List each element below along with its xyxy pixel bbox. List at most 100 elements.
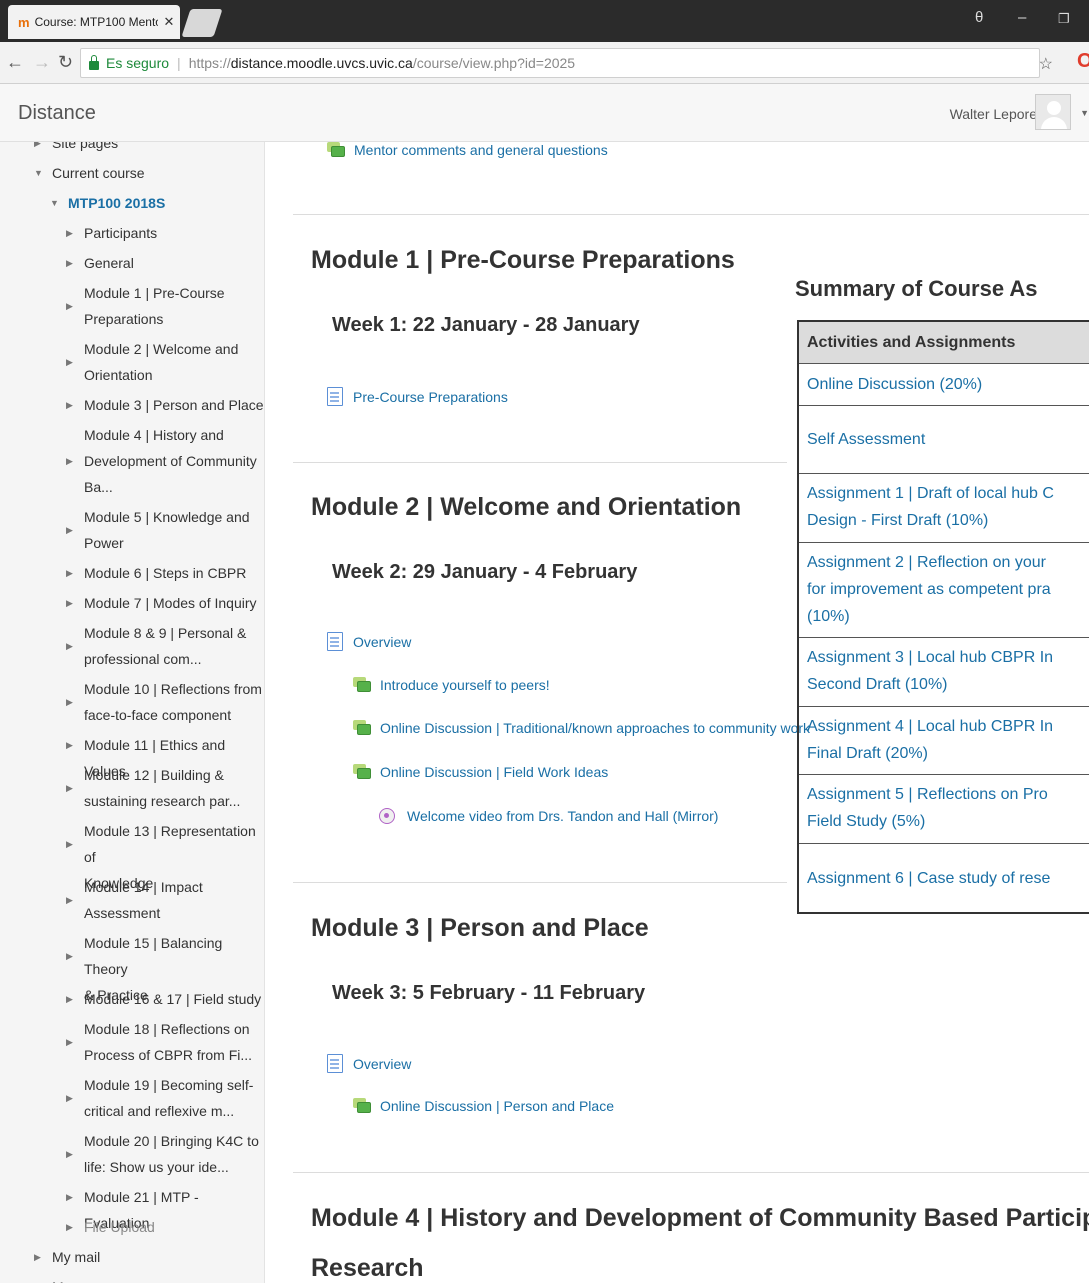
summary-row[interactable]: Assignment 3 | Local hub CBPR In Second …	[799, 638, 1089, 707]
nav-item[interactable]: ▶ Module 8 & 9 | Personal & professional c…	[66, 620, 246, 672]
caret-down-icon[interactable]: ▼	[50, 190, 64, 216]
close-tab-icon[interactable]: ✕	[158, 14, 180, 30]
nav-item[interactable]: ▶ Module 12 | Building & sustaining resear…	[66, 762, 240, 814]
page-icon	[327, 387, 343, 406]
nav-item[interactable]: ▶ Participants	[66, 220, 157, 246]
caret-right-icon[interactable]: ▶	[66, 1016, 80, 1068]
nav-item[interactable]: ▶ Module 6 | Steps in CBPR	[66, 560, 246, 586]
caret-right-icon[interactable]: ▶	[66, 560, 80, 586]
caret-right-icon[interactable]: ▶	[66, 762, 80, 814]
back-icon[interactable]: ←	[6, 52, 24, 73]
summary-row[interactable]: Assignment 1 | Draft of local hub C Desi…	[799, 474, 1089, 543]
nav-item[interactable]: ▶ Module 3 | Person and Place	[66, 392, 264, 418]
nav-item[interactable]: ▶ Module 4 | History and Development of Co…	[66, 422, 257, 500]
nav-item[interactable]: ▼ Current course	[34, 160, 145, 186]
summary-row[interactable]: Assignment 5 | Reflections on Pro Field …	[799, 775, 1089, 844]
module-2-title: Module 2 | Welcome and Orientation	[311, 493, 742, 521]
nav-item-label: Development of Community	[84, 453, 257, 469]
activity-welcome-video[interactable]: Welcome video from Drs. Tandon and Hall …	[379, 808, 718, 824]
extension-badge[interactable]: O	[1077, 50, 1089, 76]
caret-right-icon[interactable]: ▶	[66, 504, 80, 556]
browser-tab[interactable]: m Course: MTP100 Mentor ✕	[8, 5, 180, 39]
activity-overview[interactable]: Overview	[327, 632, 411, 651]
nav-item-label: MTP100 2018S	[68, 195, 166, 211]
nav-item[interactable]: ▶ Module 7 | Modes of Inquiry	[66, 590, 257, 616]
caret-right-icon[interactable]: ▶	[66, 620, 80, 672]
summary-row[interactable]: Online Discussion (20%)	[799, 364, 1089, 406]
caret-right-icon[interactable]: ▶	[66, 220, 80, 246]
chevron-down-icon[interactable]: ▼	[1080, 108, 1089, 118]
activity-mentor-comments[interactable]: Mentor comments and general questions	[327, 142, 608, 158]
caret-right-icon[interactable]: ▶	[66, 1214, 80, 1240]
nav-item[interactable]: ▶ Module 18 | Reflections on Process of CB…	[66, 1016, 252, 1068]
caret-right-icon[interactable]: ▶	[66, 280, 80, 332]
activity-overview-module-3[interactable]: Overview	[327, 1054, 411, 1073]
avatar[interactable]	[1035, 94, 1071, 130]
nav-item-label: Ba...	[84, 479, 113, 495]
activity-pre-course-preparations[interactable]: Pre-Course Preparations	[327, 387, 508, 406]
nav-item-label: Module 2 | Welcome and	[84, 341, 239, 357]
caret-right-icon[interactable]: ▶	[66, 1072, 80, 1124]
activity-discussion-field-work[interactable]: Online Discussion | Field Work Ideas	[353, 764, 608, 780]
star-icon[interactable]: ☆	[1039, 54, 1053, 74]
summary-row[interactable]: Self Assessment	[799, 406, 1089, 474]
nav-item-label: Power	[84, 535, 124, 551]
summary-row-label: Assignment 1 | Draft of local hub C	[807, 485, 1054, 502]
caret-right-icon[interactable]: ▶	[34, 142, 48, 156]
browser-tabstrip: m Course: MTP100 Mentor ✕ θ – ❐	[0, 0, 1089, 42]
caret-right-icon[interactable]: ▶	[34, 1244, 48, 1270]
site-brand[interactable]: Distance	[18, 102, 96, 125]
nav-item[interactable]: ▶ Site pages	[34, 142, 118, 156]
nav-item[interactable]: ▶ File Upload	[66, 1214, 155, 1240]
caret-right-icon[interactable]: ▶	[34, 1274, 48, 1283]
nav-item[interactable]: ▶ My mail	[34, 1244, 100, 1270]
nav-item[interactable]: ▶ General	[66, 250, 134, 276]
caret-right-icon[interactable]: ▶	[66, 874, 80, 926]
activity-label: Mentor comments and general questions	[354, 142, 608, 158]
nav-item-label: File Upload	[84, 1219, 155, 1235]
nav-item-label: Module 14 | Impact	[84, 879, 203, 895]
summary-row[interactable]: Assignment 4 | Local hub CBPR In Final D…	[799, 707, 1089, 775]
maximize-icon[interactable]: ❐	[1058, 11, 1070, 27]
summary-row[interactable]: Assignment 6 | Case study of rese	[799, 844, 1089, 912]
caret-right-icon[interactable]: ▶	[66, 392, 80, 418]
activity-introduce-yourself[interactable]: Introduce yourself to peers!	[353, 677, 550, 693]
nav-item-label: Current course	[52, 165, 145, 181]
activity-label: Pre-Course Preparations	[353, 388, 508, 405]
caret-right-icon[interactable]: ▶	[66, 676, 80, 728]
nav-item[interactable]: ▶ Module 14 | Impact Assessment	[66, 874, 203, 926]
minimize-icon[interactable]: –	[1018, 9, 1026, 26]
nav-item[interactable]: ▶ Module 1 | Pre-Course Preparations	[66, 280, 225, 332]
nav-item[interactable]: ▶ Module 20 | Bringing K4C to life: Show u…	[66, 1128, 259, 1180]
nav-item-label: Module 19 | Becoming self-	[84, 1077, 254, 1093]
profile-icon[interactable]: θ	[975, 9, 983, 26]
summary-row[interactable]: Assignment 2 | Reflection on your for im…	[799, 543, 1089, 638]
reload-icon[interactable]: ↻	[58, 52, 73, 73]
forward-icon[interactable]: →	[33, 52, 51, 73]
nav-item[interactable]: ▼ MTP100 2018S	[50, 190, 165, 216]
activity-discussion-person-place[interactable]: Online Discussion | Person and Place	[353, 1098, 614, 1114]
caret-right-icon[interactable]: ▶	[66, 336, 80, 388]
nav-item-label: critical and reflexive m...	[84, 1103, 235, 1119]
nav-item[interactable]: ▶ Module 16 & 17 | Field study	[66, 986, 261, 1012]
caret-right-icon[interactable]: ▶	[66, 986, 80, 1012]
caret-right-icon[interactable]: ▶	[66, 422, 80, 500]
caret-right-icon[interactable]: ▶	[66, 590, 80, 616]
nav-item-label: Module 16 & 17 | Field study	[84, 991, 262, 1007]
nav-item[interactable]: ▶ Module 2 | Welcome and Orientation	[66, 336, 238, 388]
activity-discussion-traditional-approaches[interactable]: Online Discussion | Traditional/known ap…	[353, 720, 810, 736]
nav-item-label: life: Show us your ide...	[84, 1159, 229, 1175]
caret-right-icon[interactable]: ▶	[66, 250, 80, 276]
nav-item[interactable]: ▶ Module 19 | Becoming self-critical and …	[66, 1072, 253, 1124]
new-tab-button[interactable]	[181, 9, 223, 37]
activity-label: Overview	[353, 1055, 412, 1072]
forum-icon	[353, 764, 371, 780]
caret-right-icon[interactable]: ▶	[66, 1128, 80, 1180]
user-name[interactable]: Walter Lepore	[950, 106, 1037, 122]
nav-item[interactable]: ▶ Module 5 | Knowledge and Power	[66, 504, 250, 556]
nav-item-label: Module 15 | Balancing Theory	[84, 935, 223, 977]
nav-item[interactable]: ▶ Module 10 | Reflections from face-to-fac…	[66, 676, 262, 728]
address-bar[interactable]: Es seguro | https://distance.moodle.uvcs…	[80, 48, 1040, 78]
caret-down-icon[interactable]: ▼	[34, 160, 48, 186]
nav-item[interactable]: ▶ My courses	[34, 1274, 124, 1283]
